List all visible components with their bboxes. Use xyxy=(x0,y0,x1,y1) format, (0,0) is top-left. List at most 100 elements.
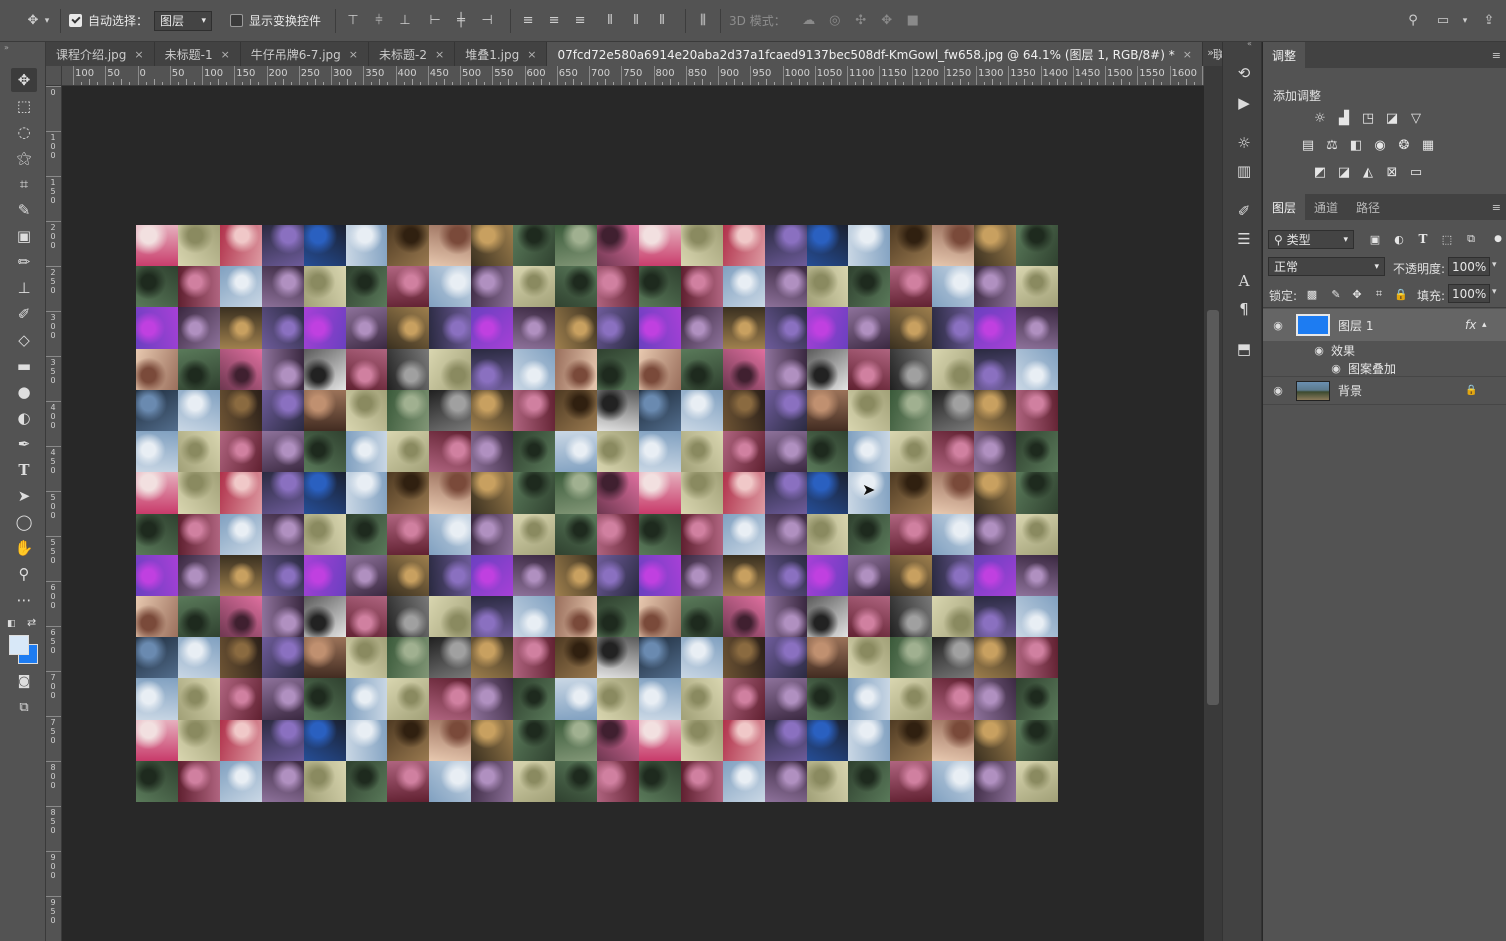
tab-adjustments[interactable]: 调整 xyxy=(1263,42,1306,68)
brightness-icon[interactable]: ☼ xyxy=(1311,110,1329,126)
screen-mode-icon[interactable]: ⧉ xyxy=(11,695,37,719)
path-select-icon[interactable]: ➤ xyxy=(11,484,37,508)
effects-row[interactable]: ◉ 效果 xyxy=(1263,341,1506,359)
filter-type-icon[interactable]: T xyxy=(1414,231,1432,247)
panel-menu-icon[interactable]: ≡ xyxy=(1492,49,1501,62)
blur-tool-icon[interactable]: ● xyxy=(11,380,37,404)
brush-settings-icon[interactable]: ✐ xyxy=(1233,200,1255,222)
more-tools-icon[interactable]: ⋯ xyxy=(11,588,37,612)
crop-tool-icon[interactable]: ⌗ xyxy=(11,172,37,196)
align-top-icon[interactable]: ⊤ xyxy=(344,13,362,29)
pen-tool-icon[interactable]: ✒ xyxy=(11,432,37,456)
exposure-icon[interactable]: ◪ xyxy=(1383,110,1401,126)
close-icon[interactable]: × xyxy=(1183,48,1192,61)
collapse-dock-icon[interactable]: « xyxy=(1247,39,1252,48)
tab-document-active[interactable]: 07fcd72e580a6914e20aba2d37a1fcaed9137bec… xyxy=(547,42,1203,66)
tab-document[interactable]: 未标题-1 × xyxy=(154,42,241,66)
show-transform-checkbox[interactable]: 显示变换控件 xyxy=(230,12,321,29)
zoom-tool-icon[interactable]: ⚲ xyxy=(11,562,37,586)
fill-input[interactable]: 100% xyxy=(1448,284,1490,303)
collapse-toolbar-icon[interactable]: » xyxy=(4,43,9,52)
tool-preset-chevron-icon[interactable]: ▾ xyxy=(42,13,52,29)
auto-select-target-dropdown[interactable]: 图层 ▾ xyxy=(154,10,213,31)
tab-paths[interactable]: 路径 xyxy=(1347,194,1389,220)
filter-toggle-icon[interactable]: ● xyxy=(1489,231,1506,247)
filter-smart-object-icon[interactable]: ⧉ xyxy=(1462,231,1480,247)
histogram-panel-icon[interactable]: ▥ xyxy=(1233,160,1255,182)
align-left-icon[interactable]: ⊢ xyxy=(426,13,444,29)
share-icon[interactable]: ⇪ xyxy=(1480,13,1498,29)
history-panel-icon[interactable]: ⟲ xyxy=(1233,62,1255,84)
paragraph-panel-icon[interactable]: ¶ xyxy=(1233,298,1255,320)
document-canvas[interactable] xyxy=(136,225,1058,802)
filter-shape-icon[interactable]: ⬚ xyxy=(1438,231,1456,247)
tab-channels[interactable]: 通道 xyxy=(1305,194,1347,220)
color-balance-icon[interactable]: ⚖ xyxy=(1323,137,1341,153)
workspace-icon[interactable]: ▭ xyxy=(1434,13,1452,29)
show-transform-check-icon[interactable] xyxy=(230,14,244,27)
close-icon[interactable]: × xyxy=(527,48,536,61)
adjustments-panel-icon[interactable]: ☼ xyxy=(1233,132,1255,154)
swap-colors-icon[interactable]: ⇄ xyxy=(27,616,36,629)
gradient-map-icon[interactable]: ▭ xyxy=(1407,164,1425,180)
actions-panel-icon[interactable]: ▶ xyxy=(1233,92,1255,114)
close-icon[interactable]: × xyxy=(221,48,230,61)
3d-scale-icon[interactable]: ■ xyxy=(904,13,922,29)
panel-menu-icon[interactable]: ≡ xyxy=(1492,201,1501,214)
lasso-tool-icon[interactable]: ◌ xyxy=(11,120,37,144)
more-tabs-icon[interactable]: » xyxy=(1207,46,1214,59)
channel-mixer-icon[interactable]: ❂ xyxy=(1395,137,1413,153)
distribute-left-icon[interactable]: ⦀ xyxy=(601,13,619,29)
foreground-color-swatch[interactable] xyxy=(9,635,29,655)
close-icon[interactable]: × xyxy=(435,48,444,61)
tab-document[interactable]: 牛仔吊牌6-7.jpg × xyxy=(240,42,369,66)
lock-artboard-icon[interactable]: ⌗ xyxy=(1370,286,1388,302)
filter-pixel-icon[interactable]: ▣ xyxy=(1366,231,1384,247)
type-tool-icon[interactable]: T xyxy=(11,458,37,482)
layer-row-selected[interactable]: ◉ 图层 1 fx ▴ xyxy=(1263,309,1506,341)
close-icon[interactable]: × xyxy=(349,48,358,61)
tab-document[interactable]: 课程介绍.jpg × xyxy=(46,42,155,66)
auto-align-icon[interactable]: ⫼ xyxy=(694,13,712,29)
fx-icon[interactable]: fx xyxy=(1465,318,1476,332)
align-hcenter-icon[interactable]: ╪ xyxy=(452,13,470,29)
3d-roll-icon[interactable]: ◎ xyxy=(826,13,844,29)
eraser-tool-icon[interactable]: ◇ xyxy=(11,328,37,352)
align-bottom-icon[interactable]: ⊥ xyxy=(396,13,414,29)
brush-tool-icon[interactable]: ✏ xyxy=(11,250,37,274)
3d-slide-icon[interactable]: ✥ xyxy=(878,13,896,29)
align-vcenter-icon[interactable]: ⫩ xyxy=(370,13,388,29)
workspace-chevron-icon[interactable]: ▾ xyxy=(1456,13,1474,29)
opacity-input[interactable]: 100% xyxy=(1448,257,1490,276)
invert-icon[interactable]: ◩ xyxy=(1311,164,1329,180)
levels-icon[interactable]: ▟ xyxy=(1335,110,1353,126)
distribute-right-icon[interactable]: ⦀ xyxy=(653,13,671,29)
distribute-top-icon[interactable]: ≡ xyxy=(519,13,537,29)
visibility-eye-icon[interactable]: ◉ xyxy=(1270,319,1286,332)
healing-brush-icon[interactable]: ▣ xyxy=(11,224,37,248)
tab-document[interactable]: 堆叠1.jpg × xyxy=(455,42,548,66)
lock-image-icon[interactable]: ✎ xyxy=(1327,286,1345,302)
vertical-ruler[interactable]: 0 100 150 200 250 300 350 400 450 500 550 600 650 700… xyxy=(46,86,62,941)
distribute-bottom-icon[interactable]: ≡ xyxy=(571,13,589,29)
lock-transparent-icon[interactable]: ▩ xyxy=(1303,286,1321,302)
opacity-chevron-icon[interactable]: ▾ xyxy=(1492,260,1497,270)
hand-tool-icon[interactable]: ✋ xyxy=(11,536,37,560)
move-tool-icon[interactable]: ✥ xyxy=(24,13,42,29)
ellipse-tool-icon[interactable]: ◯ xyxy=(11,510,37,534)
tab-document[interactable]: 未标题-2 × xyxy=(369,42,456,66)
move-tool-icon[interactable]: ✥ xyxy=(11,68,37,92)
properties-panel-icon[interactable]: ☰ xyxy=(1233,228,1255,250)
curves-icon[interactable]: ◳ xyxy=(1359,110,1377,126)
pattern-overlay-row[interactable]: ◉ 图案叠加 xyxy=(1263,359,1506,377)
hue-saturation-icon[interactable]: ▤ xyxy=(1299,137,1317,153)
magic-wand-icon[interactable]: ⚝ xyxy=(11,146,37,170)
clone-stamp-icon[interactable]: ⊥ xyxy=(11,276,37,300)
default-colors-icon[interactable]: ◧ xyxy=(7,619,16,629)
marquee-tool-icon[interactable]: ⬚ xyxy=(11,94,37,118)
character-panel-icon[interactable]: A xyxy=(1233,270,1255,292)
layer-filter-dropdown[interactable]: ⚲ 类型 ▾ xyxy=(1268,230,1354,249)
posterize-icon[interactable]: ◪ xyxy=(1335,164,1353,180)
history-brush-icon[interactable]: ✐ xyxy=(11,302,37,326)
3d-orbit-icon[interactable]: ☁ xyxy=(800,13,818,29)
